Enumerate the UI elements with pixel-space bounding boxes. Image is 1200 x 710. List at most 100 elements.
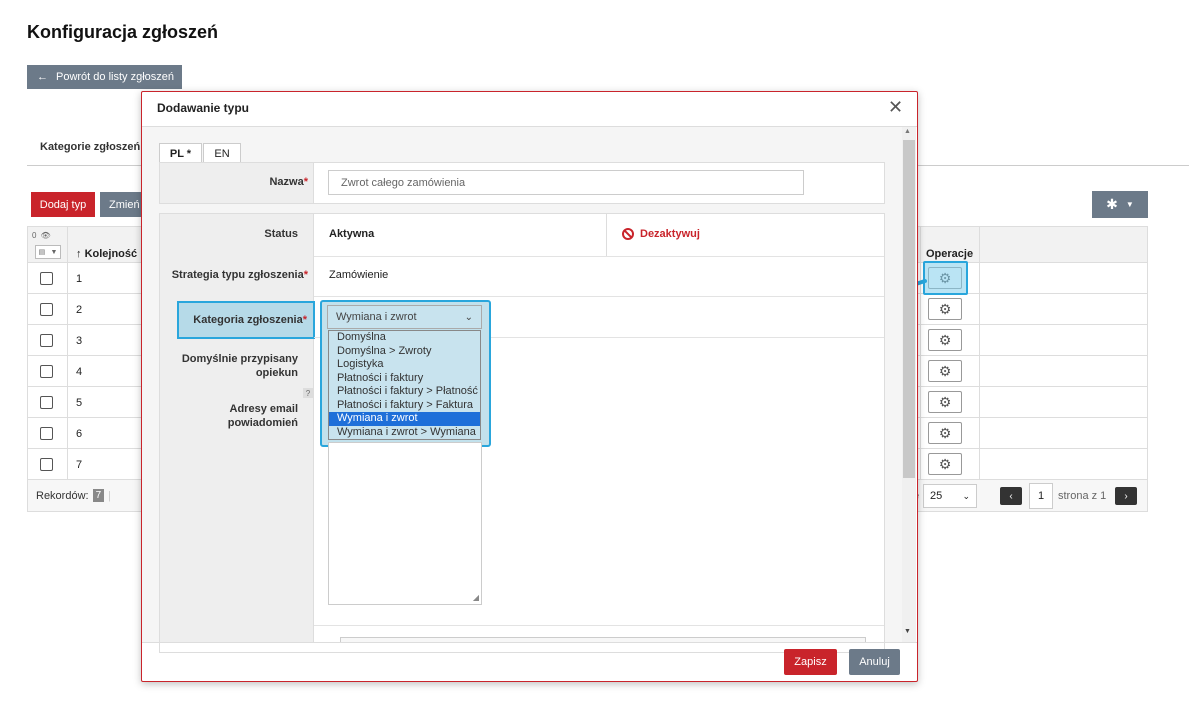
add-type-button[interactable]: Dodaj typ xyxy=(31,192,95,217)
divider xyxy=(313,214,314,642)
next-page-button[interactable]: › xyxy=(1115,487,1137,505)
row-settings-button[interactable]: ⚙ xyxy=(928,422,962,444)
required-mark: * xyxy=(302,314,307,326)
arrow-left-icon: ← xyxy=(37,71,48,83)
chevron-down-icon: ⌄ xyxy=(962,490,970,501)
deactivate-button[interactable]: Dezaktywuj xyxy=(622,228,700,240)
name-label: Nazwa* xyxy=(182,176,308,188)
row-checkbox[interactable] xyxy=(40,427,53,440)
scroll-up-icon[interactable]: ▲ xyxy=(904,128,911,135)
row-checkbox[interactable] xyxy=(40,303,53,316)
tab-categories[interactable]: Kategorie zgłoszeń xyxy=(40,141,140,153)
per-page-value: 25 xyxy=(930,490,943,502)
add-type-modal: Dodawanie typu ✕ PL * EN Nazwa* Zwrot ca… xyxy=(141,91,918,682)
divider xyxy=(606,214,607,256)
scroll-down-icon[interactable]: ▼ xyxy=(904,628,911,635)
records-count: Rekordów: 7 | xyxy=(36,489,111,502)
category-option[interactable]: Logistyka xyxy=(329,358,480,372)
row-divider xyxy=(314,296,884,297)
gear-icon: ⚙ xyxy=(938,300,952,317)
select-all-dropdown[interactable]: ▤ ▼ xyxy=(35,245,61,259)
category-option[interactable]: Płatności i faktury xyxy=(329,372,480,386)
separator: | xyxy=(108,489,111,502)
modal-title: Dodawanie typu xyxy=(157,101,250,115)
category-option[interactable]: Płatności i faktury > Faktura xyxy=(329,399,480,413)
gear-icon: ⚙ xyxy=(938,393,952,410)
category-option[interactable]: Wymiana i zwrot > Wymiana xyxy=(329,426,480,440)
category-label-text: Kategoria zgłoszenia xyxy=(193,314,303,326)
name-input[interactable]: Zwrot całego zamówienia xyxy=(328,170,804,195)
tab-lang-pl[interactable]: PL * xyxy=(159,143,202,164)
category-option-selected[interactable]: Wymiana i zwrot xyxy=(329,412,480,426)
category-select[interactable]: Wymiana i zwrot ⌄ xyxy=(327,305,482,329)
row-settings-button[interactable]: ⚙ xyxy=(928,298,962,320)
cancel-button[interactable]: Anuluj xyxy=(849,649,900,675)
tools-menu-button[interactable]: ✱ ▼ xyxy=(1092,191,1148,218)
gear-icon: ⚙ xyxy=(938,424,952,441)
records-badge: 7 xyxy=(92,489,105,502)
row-settings-button[interactable]: ⚙ xyxy=(928,360,962,382)
sort-up-icon: ↑ xyxy=(76,248,82,260)
emails-textarea[interactable]: ◢ xyxy=(328,442,482,605)
change-button[interactable]: Zmień xyxy=(100,192,144,217)
save-button[interactable]: Zapisz xyxy=(784,649,837,675)
strategy-label: Strategia typu zgłoszenia* xyxy=(164,269,308,281)
row-settings-button[interactable]: ⚙ xyxy=(928,329,962,351)
strategy-value: Zamówienie xyxy=(329,269,389,281)
help-icon[interactable]: ? xyxy=(303,388,313,398)
ban-icon xyxy=(622,228,634,240)
gear-icon: ⚙ xyxy=(938,362,952,379)
strategy-label-text: Strategia typu zgłoszenia xyxy=(171,269,304,281)
page-number-input[interactable]: 1 xyxy=(1029,483,1053,509)
row-checkbox[interactable] xyxy=(40,365,53,378)
category-label: Kategoria zgłoszenia* xyxy=(193,314,307,326)
chevron-right-icon: › xyxy=(1124,490,1128,502)
category-selected-value: Wymiana i zwrot xyxy=(336,311,417,323)
column-header-operations: Operacje xyxy=(926,248,974,260)
default-keeper-label: Domyślnie przypisany opiekun xyxy=(181,353,298,379)
row-divider xyxy=(314,625,884,626)
divider xyxy=(313,163,314,203)
row-order-value: 2 xyxy=(76,304,83,316)
scrollbar-thumb[interactable] xyxy=(903,140,915,478)
category-option[interactable]: Domyślna > Zwroty xyxy=(329,345,480,359)
caret-down-icon: ▼ xyxy=(50,248,58,256)
required-mark: * xyxy=(303,269,308,281)
hidden-columns-indicator[interactable]: 0 👁 xyxy=(32,231,51,240)
row-checkbox[interactable] xyxy=(40,272,53,285)
row-settings-button[interactable]: ⚙ xyxy=(928,453,962,475)
row-order-value: 5 xyxy=(76,397,83,409)
eye-icon: 👁 xyxy=(40,231,51,240)
records-label: Rekordów: xyxy=(36,489,89,502)
chevron-left-icon: ‹ xyxy=(1009,490,1013,502)
column-header-order[interactable]: ↑ Kolejność xyxy=(76,248,137,260)
emails-label: Adresy email powiadomień xyxy=(227,403,298,429)
row-checkbox[interactable] xyxy=(40,396,53,409)
row-order-value: 3 xyxy=(76,335,83,347)
back-to-list-button[interactable]: ← Powrót do listy zgłoszeń xyxy=(27,65,182,89)
back-button-label: Powrót do listy zgłoszeń xyxy=(56,71,174,83)
row-settings-button[interactable]: ⚙ xyxy=(928,391,962,413)
resize-grip-icon[interactable]: ◢ xyxy=(473,593,479,602)
category-options-list[interactable]: Domyślna Domyślna > Zwroty Logistyka Pła… xyxy=(328,330,481,440)
name-label-text: Nazwa xyxy=(269,176,304,188)
gear-icon: ⚙ xyxy=(938,331,952,348)
category-option[interactable]: Płatności i faktury > Płatność xyxy=(329,385,480,399)
page-title: Konfiguracja zgłoszeń xyxy=(27,22,219,42)
gear-icon: ⚙ xyxy=(938,455,952,472)
row-order-value: 4 xyxy=(76,366,83,378)
page-of-label: strona z 1 xyxy=(1058,490,1107,502)
category-label-highlight: Kategoria zgłoszenia* xyxy=(177,301,315,339)
row-checkbox[interactable] xyxy=(40,458,53,471)
status-value: Aktywna xyxy=(329,228,375,240)
close-icon[interactable]: ✕ xyxy=(888,97,903,118)
row-order-value: 6 xyxy=(76,428,83,440)
deactivate-label: Dezaktywuj xyxy=(640,228,700,240)
per-page-select[interactable]: 25 ⌄ xyxy=(923,484,977,508)
row-checkbox[interactable] xyxy=(40,334,53,347)
category-option[interactable]: Domyślna xyxy=(329,331,480,345)
required-mark: * xyxy=(303,176,308,188)
modal-footer-divider xyxy=(142,642,917,643)
tab-lang-en[interactable]: EN xyxy=(203,143,241,163)
prev-page-button[interactable]: ‹ xyxy=(1000,487,1022,505)
